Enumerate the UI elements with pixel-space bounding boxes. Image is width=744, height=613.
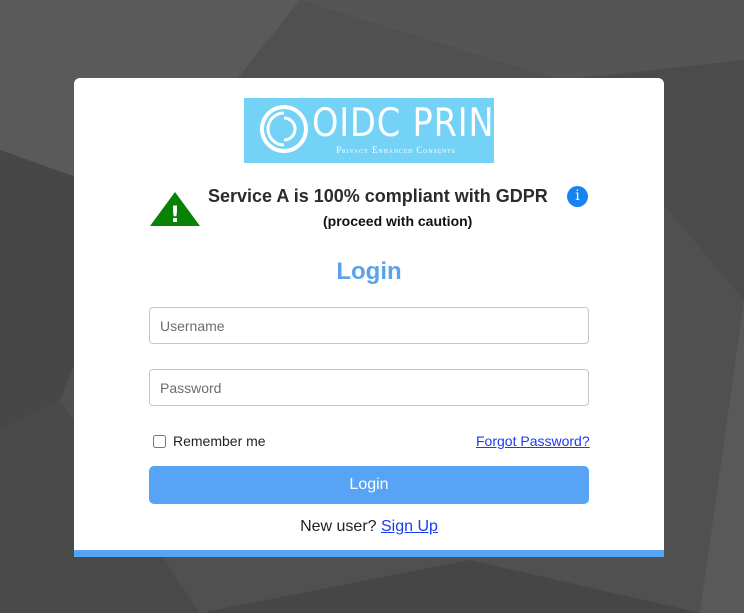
warning-triangle-icon: ! <box>150 192 200 227</box>
remember-me-checkbox[interactable] <box>153 434 166 448</box>
oidc-prince-logo: OIDC PRINCE Privacy Enhanced Consents <box>244 98 540 163</box>
logo-ring-icon <box>260 105 308 153</box>
info-icon[interactable]: i <box>567 186 588 207</box>
logo-subtitle: Privacy Enhanced Consents <box>336 145 456 155</box>
remember-me-label: Remember me <box>173 433 266 449</box>
signup-row: New user? Sign Up <box>74 518 664 536</box>
password-input[interactable] <box>149 369 589 406</box>
logo-title: OIDC PRINCE <box>312 101 541 146</box>
sign-up-link[interactable]: Sign Up <box>381 518 438 535</box>
card-accent-bar <box>74 550 664 557</box>
login-button[interactable]: Login <box>149 466 589 504</box>
remember-me: Remember me <box>153 433 266 449</box>
compliance-title: Service A is 100% compliant with GDPR <box>208 186 548 206</box>
username-input[interactable] <box>149 307 589 344</box>
forgot-password-link[interactable]: Forgot Password? <box>476 433 590 449</box>
svg-text:!: ! <box>170 203 180 227</box>
compliance-subtitle: (proceed with caution) <box>323 213 473 229</box>
login-card: OIDC PRINCE Privacy Enhanced Consents ! … <box>74 78 664 557</box>
new-user-text: New user? <box>300 518 381 535</box>
login-heading: Login <box>336 258 402 285</box>
